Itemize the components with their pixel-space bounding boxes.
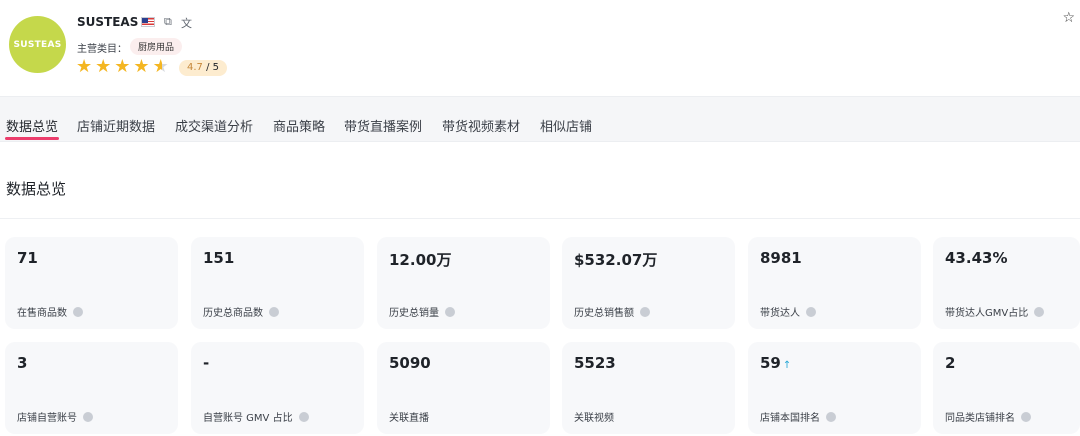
stat-card-own-account-gmv-share: - 自营账号 GMV 占比 (191, 342, 364, 434)
star-icon: ★ (114, 56, 131, 77)
stat-label: 同品类店铺排名 (945, 409, 1031, 424)
stat-label: 关联直播 (389, 413, 429, 424)
shop-logo: SUSTEAS (9, 16, 66, 73)
tab-video-materials[interactable]: 带货视频素材 (442, 116, 520, 135)
stat-card-country-rank: 59 ↑ 店铺本国排名 (748, 342, 921, 434)
us-flag-icon (141, 17, 155, 27)
stat-value: 5523 (574, 354, 616, 372)
stat-value: 12.00万 (389, 251, 452, 269)
stat-value: 5090 (389, 354, 431, 372)
translate-icon[interactable]: 文 (181, 15, 192, 31)
divider (0, 218, 1080, 219)
stat-label: 历史总商品数 (203, 304, 279, 319)
stat-card-total-revenue: $532.07万 历史总销售额 (562, 237, 735, 329)
stat-card-own-accounts: 3 店铺自营账号 (5, 342, 178, 434)
stat-label: 带货达人GMV占比 (945, 304, 1045, 319)
star-icon: ★ (133, 56, 150, 77)
stat-value: 3 (17, 354, 28, 372)
category-tag: 厨房用品 (130, 38, 183, 55)
section-title: 数据总览 (6, 180, 67, 198)
stat-card-creator-gmv-share: 43.43% 带货达人GMV占比 (933, 237, 1080, 329)
tab-similar-shops[interactable]: 相似店铺 (540, 116, 592, 135)
stat-label: 历史总销售额 (574, 304, 650, 319)
tab-live-cases[interactable]: 带货直播案例 (344, 116, 422, 135)
tab-channel-analysis[interactable]: 成交渠道分析 (175, 116, 253, 135)
info-icon[interactable] (298, 412, 309, 422)
stat-card-related-videos: 5523 关联视频 (562, 342, 735, 434)
tab-bar: 数据总览 店铺近期数据 成交渠道分析 商品策略 带货直播案例 带货视频素材 相似… (0, 96, 1080, 142)
stat-label: 带货达人 (760, 304, 816, 319)
active-tab-indicator (5, 137, 59, 140)
info-icon[interactable] (1034, 307, 1045, 317)
rating-max: / 5 (206, 62, 220, 73)
stat-value: $532.07万 (574, 251, 658, 269)
stat-card-total-sales-volume: 12.00万 历史总销量 (377, 237, 550, 329)
info-icon[interactable] (806, 307, 816, 317)
stat-value: 8981 (760, 249, 802, 267)
info-icon[interactable] (640, 307, 650, 317)
stat-value: 59 ↑ (760, 354, 792, 372)
stat-value: - (203, 354, 210, 372)
tab-product-strategy[interactable]: 商品策略 (273, 116, 325, 135)
trend-up-icon: ↑ (782, 360, 792, 371)
stat-label: 历史总销量 (389, 304, 455, 319)
stat-label: 关联视频 (574, 413, 614, 424)
stat-card-creators: 8981 带货达人 (748, 237, 921, 329)
info-icon[interactable] (73, 307, 83, 317)
stat-label: 在售商品数 (17, 304, 83, 319)
stat-value: 151 (203, 249, 235, 267)
stat-card-related-lives: 5090 关联直播 (377, 342, 550, 434)
stat-value: 2 (945, 354, 956, 372)
info-icon[interactable] (269, 307, 279, 317)
rating-badge: 4.7 / 5 (179, 60, 228, 76)
stat-label: 店铺本国排名 (760, 409, 836, 424)
stat-card-total-items: 151 历史总商品数 (191, 237, 364, 329)
star-icon: ★ (76, 56, 93, 77)
stat-label: 自营账号 GMV 占比 (203, 409, 309, 424)
info-icon[interactable] (1021, 412, 1031, 422)
shop-name: SUSTEAS (77, 15, 139, 29)
category-label: 主营类目： (77, 44, 127, 55)
star-icon: ★ (95, 56, 112, 77)
rating-stars: ★ ★ ★ ★ ★ (76, 57, 169, 77)
tab-data-overview[interactable]: 数据总览 (6, 116, 58, 135)
info-icon[interactable] (826, 412, 836, 422)
stat-label: 店铺自营账号 (17, 409, 93, 424)
half-star-icon: ★ (152, 56, 169, 77)
shop-logo-text: SUSTEAS (13, 39, 62, 50)
star-outline-icon[interactable]: ☆ (1062, 10, 1075, 26)
stat-card-items-on-sale: 71 在售商品数 (5, 237, 178, 329)
stat-card-category-rank: 2 同品类店铺排名 (933, 342, 1080, 434)
tab-recent-data[interactable]: 店铺近期数据 (77, 116, 155, 135)
rating-value: 4.7 (187, 62, 203, 73)
stat-value: 43.43% (945, 249, 1008, 267)
copy-icon[interactable]: ⧉ (164, 15, 172, 29)
info-icon[interactable] (83, 412, 93, 422)
info-icon[interactable] (445, 307, 455, 317)
stat-value: 71 (17, 249, 38, 267)
shop-header: SUSTEAS SUSTEAS ⧉ 文 主营类目： 厨房用品 ★ ★ ★ ★ ★… (0, 0, 1080, 96)
